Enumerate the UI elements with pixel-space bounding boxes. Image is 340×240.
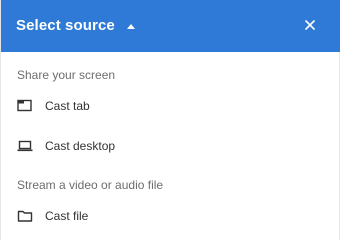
dialog-header: Select source	[1, 0, 340, 52]
cast-tab-option[interactable]: Cast tab	[1, 88, 340, 124]
cast-desktop-option[interactable]: Cast desktop	[1, 128, 340, 164]
folder-icon	[17, 209, 33, 223]
cast-desktop-label: Cast desktop	[45, 139, 116, 153]
close-icon[interactable]	[301, 16, 319, 34]
section-label-stream-file: Stream a video or audio file	[17, 178, 164, 192]
section-label-share-screen: Share your screen	[17, 68, 116, 82]
cast-file-label: Cast file	[45, 209, 89, 223]
laptop-icon	[17, 139, 33, 153]
tab-icon	[17, 99, 33, 113]
caret-up-icon[interactable]	[127, 24, 135, 29]
cast-source-dialog: Select source Share your screen Cast tab…	[0, 0, 340, 240]
cast-tab-label: Cast tab	[45, 99, 90, 113]
select-source-toggle[interactable]: Select source	[16, 17, 115, 34]
cast-file-option[interactable]: Cast file	[1, 198, 340, 234]
